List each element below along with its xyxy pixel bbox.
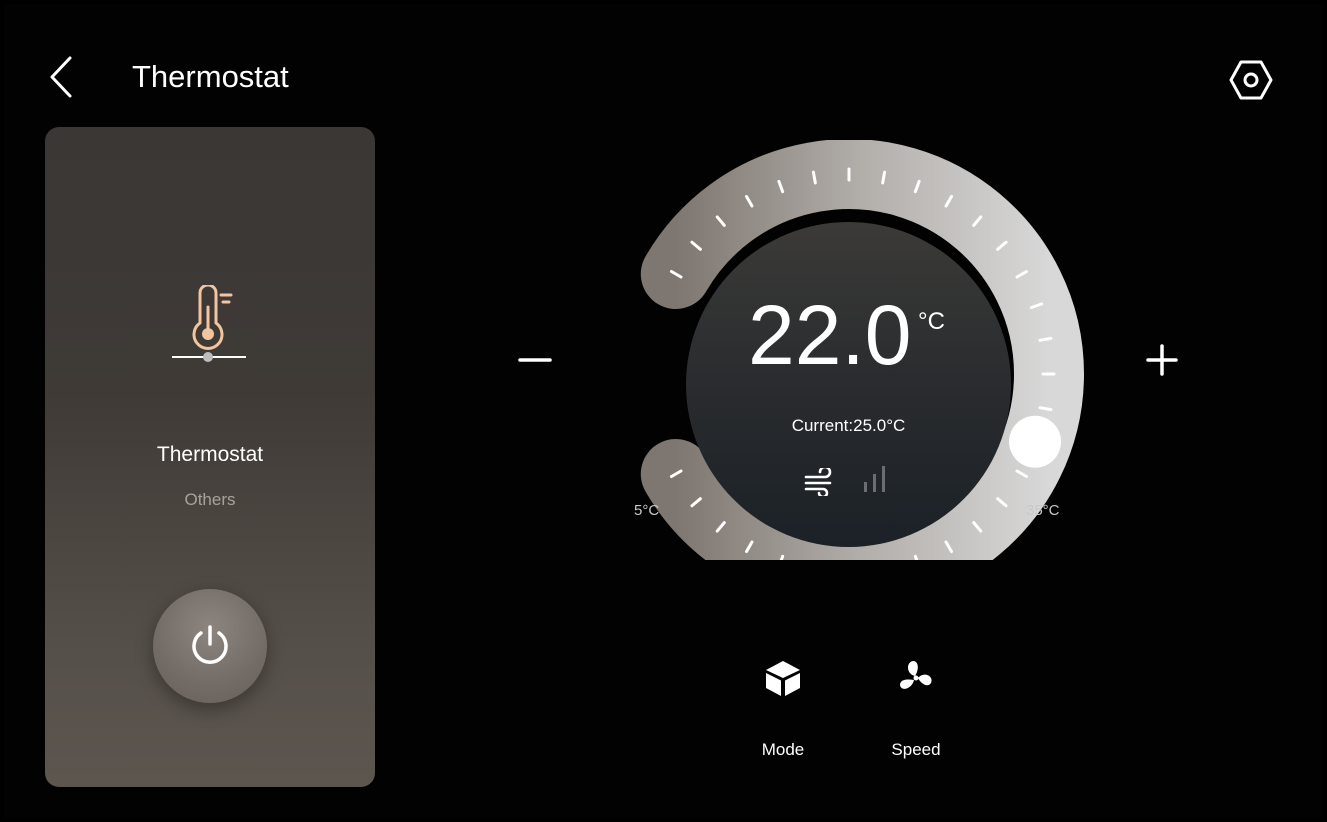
speed-label: Speed [891, 740, 941, 759]
dial-tick [1038, 336, 1053, 342]
decrease-button[interactable] [513, 340, 557, 380]
chevron-left-icon [50, 56, 72, 98]
target-temperature: 22.0 [748, 288, 912, 382]
device-name: Thermostat [156, 443, 264, 466]
speed-button[interactable]: Speed [880, 652, 952, 764]
fan-icon [896, 658, 936, 698]
power-button[interactable] [153, 589, 267, 703]
device-card: Thermostat Others [45, 127, 375, 787]
dial-tick [1038, 406, 1053, 412]
setpoint-knob[interactable] [1009, 415, 1062, 468]
back-button[interactable] [44, 54, 80, 100]
increase-button[interactable] [1140, 338, 1184, 382]
dial-max-label: 35°C [1026, 502, 1060, 519]
hexagon-settings-icon [1229, 60, 1273, 100]
target-temperature-unit: °C [918, 308, 945, 335]
mode-button[interactable]: Mode [748, 652, 818, 764]
settings-button[interactable] [1228, 58, 1274, 102]
signal-bars-icon [862, 464, 888, 494]
dial-tick [881, 170, 887, 185]
dial-min-label: 5°C [634, 502, 660, 519]
mode-label: Mode [761, 740, 805, 759]
wind-icon [803, 465, 837, 499]
plus-icon [1146, 344, 1178, 376]
current-temperature: Current:25.0°C [791, 416, 906, 435]
cube-icon [763, 658, 803, 698]
device-category: Others [184, 490, 236, 509]
power-icon [192, 625, 228, 664]
page-title: Thermostat [132, 59, 289, 94]
minus-icon [518, 358, 552, 362]
thermometer-icon [170, 283, 250, 365]
dial-center [686, 222, 1011, 547]
dial-tick [811, 170, 817, 185]
